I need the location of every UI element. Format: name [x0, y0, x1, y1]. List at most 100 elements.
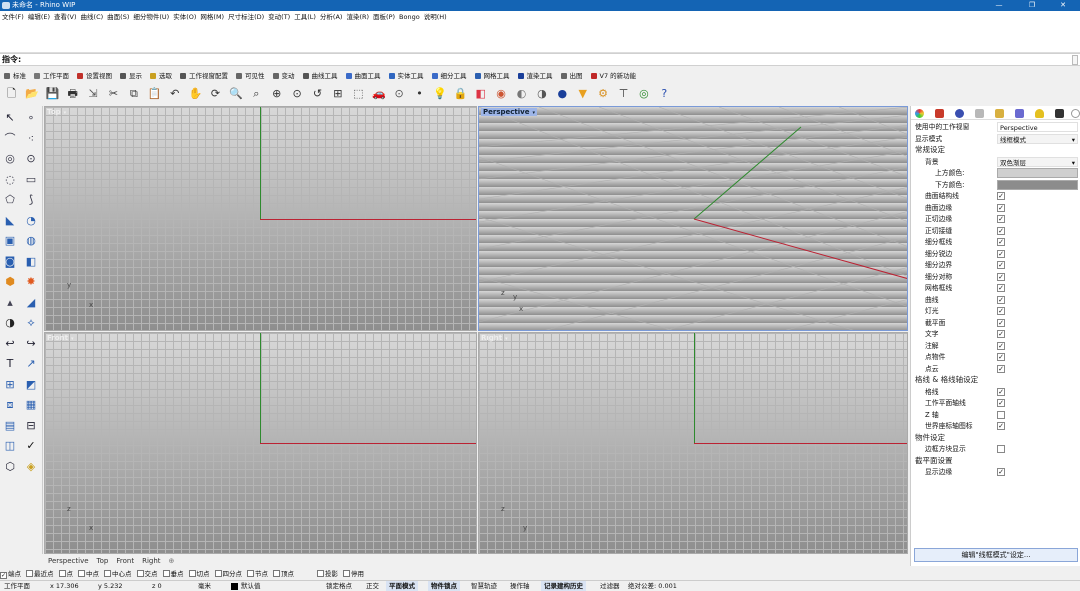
panel-checkbox[interactable]: ✓ [997, 272, 1005, 281]
osnap-checkbox[interactable] [317, 570, 324, 577]
panel-checkbox[interactable]: ✓ [997, 249, 1005, 258]
render-icon[interactable] [955, 109, 964, 118]
panel-row-value[interactable]: 双色渐层 ▾ [997, 156, 1078, 167]
panel-checkbox[interactable]: ✓ [997, 203, 1005, 212]
point-icon[interactable]: ∘ [23, 110, 39, 125]
tree-button[interactable]: ⊤ [615, 85, 632, 102]
rotate-icon[interactable]: ↩ [2, 336, 18, 351]
toolbar-tab[interactable]: 设置视图 [73, 69, 116, 83]
status-history[interactable]: 记录建构历史 [541, 581, 586, 591]
new-file-button[interactable]: 🗋 [3, 85, 20, 102]
select-button[interactable]: ⬚ [350, 85, 367, 102]
command-line[interactable]: 指令: [0, 53, 1080, 66]
open-folder-button[interactable]: 📂 [23, 85, 40, 102]
print-button[interactable]: 🖶 [64, 85, 81, 102]
osnap-item[interactable]: 投影 [317, 569, 338, 580]
status-gumball[interactable]: 操作轴 [510, 581, 530, 591]
osnap-checkbox[interactable] [26, 570, 33, 577]
menu-item[interactable]: 分析(A) [318, 11, 345, 23]
add-viewport-tab-icon[interactable]: ⊕ [165, 555, 179, 567]
osnap-checkbox[interactable] [78, 570, 85, 577]
menu-item[interactable]: 实体(O) [171, 11, 198, 23]
menu-item[interactable]: 尺寸标注(D) [226, 11, 266, 23]
ellipse-icon[interactable]: ◌ [2, 172, 18, 187]
panel-checkbox[interactable]: ✓ [997, 226, 1005, 235]
status-smarttrack[interactable]: 智慧轨迹 [471, 581, 497, 591]
light-bulb-button[interactable]: 💡 [431, 85, 448, 102]
panel-checkbox[interactable]: ✓ [997, 364, 1005, 373]
polygon-icon[interactable]: ⬠ [2, 192, 18, 207]
sphere-icon[interactable]: ◍ [23, 233, 39, 248]
material-button[interactable]: ◧ [472, 85, 489, 102]
menu-item[interactable]: 渲染(R) [344, 11, 371, 23]
command-scrollbar[interactable] [1072, 55, 1078, 65]
panel-checkbox[interactable] [997, 445, 1005, 453]
four-viewports-button[interactable]: ⊞ [329, 85, 346, 102]
array-icon[interactable]: ⊞ [2, 377, 18, 392]
trim-icon[interactable]: ◢ [23, 295, 39, 310]
toolbar-tab[interactable]: 网格工具 [471, 69, 514, 83]
viewport-title-right[interactable]: Right ▾ [481, 334, 508, 342]
viewport-right[interactable]: Right ▾ z y [478, 332, 908, 554]
analyze-icon[interactable]: ◈ [23, 459, 39, 474]
toolbar-tab[interactable]: 选取 [146, 69, 176, 83]
toolbar-tab[interactable]: 变动 [269, 69, 299, 83]
notification-bell-icon[interactable] [1035, 109, 1044, 118]
toolbar-tab[interactable]: 工作平面 [30, 69, 73, 83]
explode-icon[interactable]: ✸ [23, 274, 39, 289]
check-icon[interactable]: ✓ [23, 438, 39, 453]
menu-item[interactable]: 网格(M) [198, 11, 226, 23]
status-layer[interactable]: 默认值 [241, 581, 261, 591]
shaded-sphere-button[interactable]: ◐ [513, 85, 530, 102]
select-arrow-icon[interactable]: ↖ [2, 110, 18, 125]
panel-checkbox[interactable]: ✓ [997, 399, 1005, 407]
toolbar-tab[interactable]: V7 的新功能 [587, 69, 641, 83]
monitor-icon[interactable] [1055, 109, 1064, 118]
panel-checkbox[interactable]: ✓ [997, 261, 1005, 269]
viewport-perspective[interactable]: Perspective ▾ z y x [478, 106, 908, 331]
viewport-tab[interactable]: Right [138, 555, 164, 567]
zoom-button[interactable]: 🔍 [227, 85, 244, 102]
help-button[interactable]: ? [656, 85, 673, 102]
undo-view-button[interactable]: ↺ [309, 85, 326, 102]
zoom-extents-button[interactable]: ⊕ [268, 85, 285, 102]
display-icon[interactable] [1015, 109, 1024, 118]
menu-item[interactable]: Bongo [397, 11, 422, 23]
viewport-title-top[interactable]: Top ▾ [47, 108, 66, 116]
panel-checkbox[interactable]: ✓ [997, 284, 1005, 292]
menu-item[interactable]: 查看(V) [52, 11, 79, 23]
rotate-view-button[interactable]: ⟳ [207, 85, 224, 102]
viewport-front[interactable]: Front ▾ z x [44, 332, 477, 554]
maximize-button[interactable]: ❐ [1017, 0, 1047, 11]
menu-item[interactable]: 细分物件(U) [131, 11, 171, 23]
menu-item[interactable]: 曲面(S) [105, 11, 131, 23]
menu-item[interactable]: 文件(F) [0, 11, 26, 23]
menu-item[interactable]: 变动(T) [266, 11, 292, 23]
arc-icon[interactable]: ⊙ [23, 151, 39, 166]
block-icon[interactable]: ◫ [2, 438, 18, 453]
curve-icon[interactable]: ⁖ [23, 131, 39, 146]
osnap-checkbox[interactable] [214, 570, 222, 577]
undo-button[interactable]: ↶ [166, 85, 183, 102]
osnap-item[interactable]: 切点 [188, 569, 210, 580]
filter-button[interactable]: ▼ [574, 85, 591, 102]
edit-display-mode-button[interactable]: 编辑"线框模式"设定... [914, 548, 1078, 562]
viewport-tab[interactable]: Top [93, 555, 113, 567]
help-icon[interactable] [1071, 109, 1080, 118]
align-icon[interactable]: ◩ [23, 377, 39, 392]
osnap-item[interactable]: 中心点 [104, 569, 132, 580]
lock-button[interactable]: 🔒 [452, 85, 469, 102]
menu-item[interactable]: 面板(P) [371, 11, 397, 23]
panel-checkbox[interactable]: ✓ [997, 238, 1005, 246]
color-swatch[interactable] [997, 168, 1078, 178]
pan-hand-button[interactable]: ✋ [187, 85, 204, 102]
status-planar[interactable]: 平面模式 [386, 581, 418, 591]
folder-icon[interactable] [995, 109, 1004, 118]
status-osnap[interactable]: 物件锁点 [428, 581, 460, 591]
toolbar-tab[interactable]: 出图 [557, 69, 587, 83]
close-button[interactable]: ✕ [1048, 0, 1078, 11]
cylinder-icon[interactable]: ◙ [2, 254, 18, 269]
toolbar-tab[interactable]: 细分工具 [428, 69, 471, 83]
osnap-checkbox[interactable] [162, 570, 170, 577]
cut-button[interactable]: ✂ [105, 85, 122, 102]
